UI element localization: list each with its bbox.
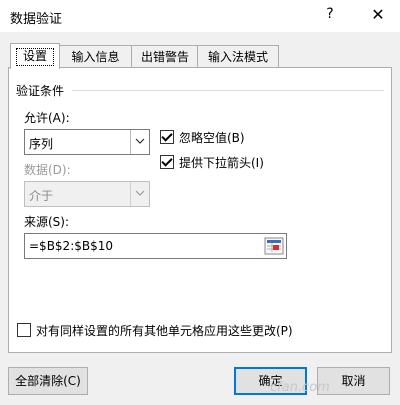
ignore-blank-label: 忽略空值(B) (179, 130, 245, 145)
tab-input-message[interactable]: 输入信息 (58, 45, 133, 68)
dialog-title: 数据验证 (10, 12, 63, 27)
data-label: 数据(D): (24, 163, 71, 177)
allow-label: 允许(A): (24, 111, 70, 125)
allow-select[interactable]: 序列 (24, 129, 150, 155)
focus-rect (16, 48, 54, 66)
tab-label: 输入法模式 (207, 50, 268, 64)
tab-error-alert[interactable]: 出错警告 (131, 45, 199, 68)
chevron-down-icon (130, 182, 149, 206)
source-value: =$B$2:$B$10 (29, 239, 114, 253)
close-button[interactable]: ✕ (366, 5, 390, 27)
tab-ime-mode[interactable]: 输入法模式 (197, 45, 279, 68)
tab-label: 输入信息 (71, 50, 120, 64)
source-input[interactable]: =$B$2:$B$10 (24, 233, 287, 259)
group-divider (72, 90, 384, 91)
apply-to-all-checkbox[interactable]: 对有同样设置的所有其他单元格应用这些更改(P) (17, 322, 293, 338)
collapse-dialog-icon[interactable] (264, 237, 284, 255)
checkbox-unchecked-icon[interactable] (17, 323, 31, 337)
ignore-blank-checkbox[interactable]: 忽略空值(B) (160, 129, 245, 145)
apply-to-all-label: 对有同样设置的所有其他单元格应用这些更改(P) (36, 323, 293, 338)
validation-criteria-heading: 验证条件 (16, 84, 65, 98)
help-button[interactable]: ? (318, 6, 342, 26)
in-cell-dropdown-checkbox[interactable]: 提供下拉箭头(I) (160, 154, 264, 170)
tab-label: 出错警告 (140, 50, 189, 64)
chevron-down-icon[interactable] (130, 130, 149, 154)
source-label: 来源(S): (24, 215, 70, 229)
clear-all-button[interactable]: 全部清除(C) (8, 367, 88, 395)
checkbox-checked-icon[interactable] (160, 155, 174, 169)
tab-settings[interactable]: 设置 (10, 43, 60, 69)
in-cell-dropdown-label: 提供下拉箭头(I) (179, 155, 264, 170)
watermark: cfan.com (270, 380, 330, 395)
checkbox-checked-icon[interactable] (160, 130, 174, 144)
data-value: 介于 (29, 189, 54, 203)
allow-value: 序列 (29, 137, 54, 151)
data-select: 介于 (24, 181, 150, 207)
